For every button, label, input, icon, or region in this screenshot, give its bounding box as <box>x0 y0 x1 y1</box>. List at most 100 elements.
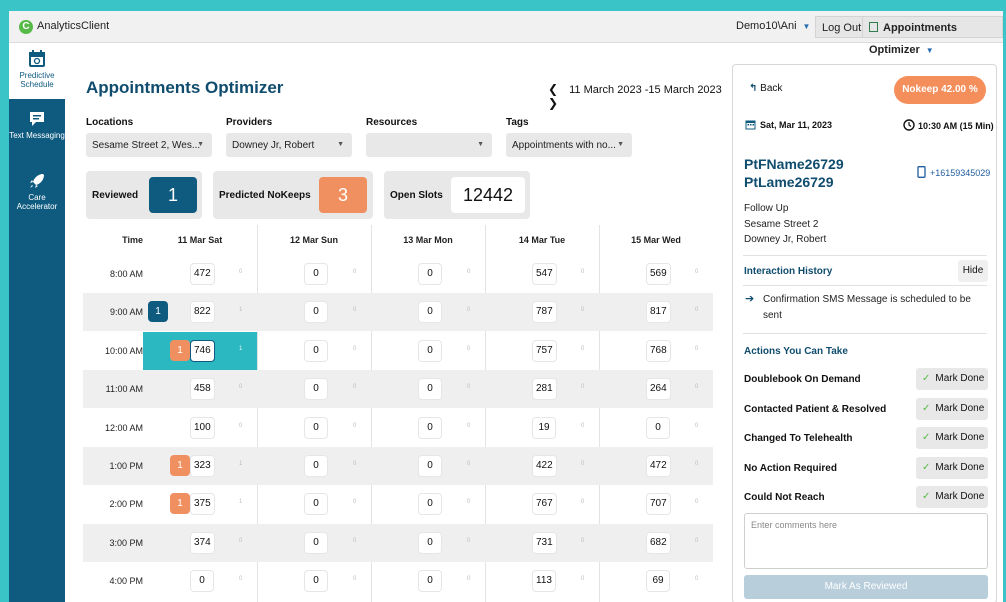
open-slots-value[interactable]: 767 <box>533 494 556 515</box>
open-slots-value[interactable]: 0 <box>647 417 669 438</box>
nokeep-badge[interactable]: 1 <box>170 339 190 361</box>
user-menu[interactable]: Demo10\Ani ▼ <box>736 20 810 32</box>
open-slots-value[interactable]: 422 <box>533 456 556 476</box>
schedule-cell[interactable]: 787 0 <box>485 293 599 331</box>
open-slots-value[interactable]: 787 <box>533 302 556 323</box>
open-slots-value[interactable]: 0 <box>419 417 441 438</box>
resources-select[interactable]: ▼ <box>366 133 492 157</box>
open-slots-value[interactable]: 281 <box>533 379 556 400</box>
nokeep-badge[interactable]: 1 <box>170 455 190 476</box>
sidebar-item-care-accelerator[interactable]: Care Accelerator <box>9 171 65 211</box>
open-slots-value[interactable]: 374 <box>191 532 214 553</box>
schedule-cell[interactable]: 569 0 <box>599 255 713 293</box>
schedule-cell[interactable]: 00 <box>257 485 371 523</box>
open-slots-value[interactable]: 0 <box>305 417 327 438</box>
schedule-cell[interactable]: 1 822 1 <box>143 293 257 331</box>
schedule-cell[interactable]: 682 0 <box>599 524 713 562</box>
schedule-cell[interactable]: 547 0 <box>485 255 599 293</box>
schedule-cell[interactable]: 1 375 1 <box>143 485 257 523</box>
hide-history-button[interactable]: Hide <box>958 260 988 282</box>
open-slots-value[interactable]: 0 <box>419 532 441 553</box>
mark-done-button[interactable]: ✓ Mark Done <box>916 486 988 509</box>
schedule-cell[interactable]: 00 <box>257 370 371 408</box>
open-slots-card[interactable]: Open Slots 12442 <box>384 171 530 219</box>
open-slots-value[interactable]: 757 <box>533 340 556 361</box>
schedule-cell[interactable]: 00 <box>257 293 371 331</box>
schedule-cell[interactable]: 00 <box>257 332 371 370</box>
schedule-cell[interactable]: 472 0 <box>599 447 713 485</box>
schedule-cell[interactable]: 472 0 <box>143 255 257 293</box>
open-slots-value[interactable]: 323 <box>191 456 214 476</box>
schedule-cell[interactable]: 00 <box>257 255 371 293</box>
predicted-nokeeps-card[interactable]: Predicted NoKeeps 3 <box>213 171 373 219</box>
open-slots-value[interactable]: 0 <box>419 571 441 592</box>
schedule-cell[interactable]: 264 0 <box>599 370 713 408</box>
sidebar-item-predictive-schedule[interactable]: Predictive Schedule <box>9 43 65 99</box>
open-slots-value[interactable]: 100 <box>191 417 214 438</box>
schedule-cell[interactable]: 1 746 1 <box>143 331 257 370</box>
sidebar-item-text-messaging[interactable]: Text Messaging <box>9 109 65 140</box>
next-week-icon[interactable]: ❯ <box>548 96 558 110</box>
open-slots-value[interactable]: 817 <box>647 302 670 323</box>
schedule-cell[interactable]: 00 <box>371 447 485 485</box>
open-slots-value[interactable]: 0 <box>305 532 327 553</box>
schedule-cell[interactable]: 00 <box>371 485 485 523</box>
open-slots-value[interactable]: 0 <box>305 494 327 515</box>
open-slots-value[interactable]: 0 <box>419 494 441 515</box>
schedule-cell[interactable]: 100 0 <box>143 409 257 447</box>
mark-done-button[interactable]: ✓ Mark Done <box>916 427 988 450</box>
patient-phone[interactable]: +16159345029 <box>917 166 990 178</box>
schedule-cell[interactable]: 00 <box>257 562 371 600</box>
open-slots-value[interactable]: 0 <box>305 302 327 323</box>
open-slots-value[interactable]: 69 <box>647 571 669 592</box>
open-slots-value[interactable]: 19 <box>533 417 555 438</box>
open-slots-value[interactable]: 746 <box>191 340 214 361</box>
schedule-cell[interactable]: 00 <box>371 524 485 562</box>
schedule-cell[interactable]: 731 0 <box>485 524 599 562</box>
schedule-cell[interactable]: 1 323 1 <box>143 447 257 485</box>
back-button[interactable]: ↰ Back <box>749 83 782 94</box>
schedule-cell[interactable]: 374 0 <box>143 524 257 562</box>
previous-week-icon[interactable]: ❮ <box>548 82 558 96</box>
schedule-cell[interactable]: 767 0 <box>485 485 599 523</box>
reviewed-badge[interactable]: 1 <box>148 301 168 323</box>
schedule-cell[interactable]: 817 0 <box>599 293 713 331</box>
open-slots-value[interactable]: 375 <box>191 494 214 515</box>
open-slots-value[interactable]: 113 <box>533 571 555 592</box>
schedule-cell[interactable]: 19 0 <box>485 409 599 447</box>
tags-select[interactable]: Appointments with no... ▼ <box>506 133 632 157</box>
open-slots-value[interactable]: 0 <box>419 302 441 323</box>
schedule-cell[interactable]: 458 0 <box>143 370 257 408</box>
open-slots-value[interactable]: 547 <box>533 264 556 284</box>
schedule-cell[interactable]: 757 0 <box>485 332 599 370</box>
schedule-cell[interactable]: 422 0 <box>485 447 599 485</box>
mark-done-button[interactable]: ✓ Mark Done <box>916 368 988 390</box>
open-slots-value[interactable]: 0 <box>305 264 327 284</box>
open-slots-value[interactable]: 0 <box>419 264 441 284</box>
schedule-cell[interactable]: 768 0 <box>599 332 713 370</box>
schedule-cell[interactable]: 113 0 <box>485 562 599 600</box>
schedule-cell[interactable]: 00 <box>143 562 257 600</box>
app-switcher[interactable]: Appointments Optimizer ▼ <box>862 16 1003 56</box>
providers-select[interactable]: Downey Jr, Robert ▼ <box>226 133 352 157</box>
open-slots-value[interactable]: 682 <box>647 532 670 553</box>
open-slots-value[interactable]: 0 <box>419 340 441 361</box>
open-slots-value[interactable]: 0 <box>305 340 327 361</box>
locations-select[interactable]: Sesame Street 2, Wes... ▼ <box>86 133 212 157</box>
schedule-cell[interactable]: 707 0 <box>599 485 713 523</box>
schedule-cell[interactable]: 00 <box>257 524 371 562</box>
open-slots-value[interactable]: 0 <box>191 571 213 592</box>
mark-done-button[interactable]: ✓ Mark Done <box>916 397 988 420</box>
open-slots-value[interactable]: 0 <box>305 379 327 400</box>
open-slots-value[interactable]: 768 <box>647 340 670 361</box>
reviewed-card[interactable]: Reviewed 1 <box>86 171 202 219</box>
schedule-cell[interactable]: 00 <box>371 255 485 293</box>
comments-input[interactable]: Enter comments here <box>744 513 988 569</box>
schedule-cell[interactable]: 00 <box>257 447 371 485</box>
schedule-cell[interactable]: 00 <box>257 409 371 447</box>
schedule-cell[interactable]: 281 0 <box>485 370 599 408</box>
open-slots-value[interactable]: 472 <box>191 264 214 284</box>
schedule-cell[interactable]: 69 0 <box>599 562 713 600</box>
schedule-cell[interactable]: 00 <box>371 409 485 447</box>
logout-button[interactable]: Log Out <box>815 16 869 38</box>
